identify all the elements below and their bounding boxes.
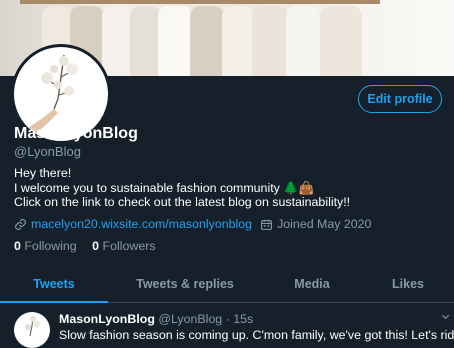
tweet-separator: · <box>225 312 230 326</box>
garment <box>130 6 160 76</box>
website-link[interactable]: macelyon20.wixsite.com/masonlyonblog <box>31 217 252 231</box>
garment <box>286 6 320 76</box>
bio-line: Click on the link to check out the lates… <box>14 195 351 209</box>
following-label: Following <box>24 239 77 253</box>
tweet-text: Slow fashion season is coming up. C'mon … <box>59 328 454 342</box>
garment <box>222 6 254 76</box>
profile-handle: @LyonBlog <box>14 144 81 159</box>
bio-line: Hey there! <box>14 166 72 180</box>
garment <box>252 6 288 76</box>
edit-profile-button[interactable]: Edit profile <box>358 85 442 113</box>
garment <box>158 6 192 76</box>
profile-name: MasonLyonBlog <box>14 125 138 142</box>
tweet-author[interactable]: MasonLyonBlog <box>59 312 155 326</box>
tab-media[interactable]: Media <box>262 266 362 302</box>
profile-tabs: Tweets Tweets & replies Media Likes <box>0 266 454 303</box>
tweet-avatar[interactable] <box>14 312 50 348</box>
tweet-time[interactable]: 15s <box>233 312 253 326</box>
follow-stats: 0 Following 0 Followers <box>14 239 156 253</box>
tab-tweets[interactable]: Tweets <box>0 266 108 303</box>
garment <box>320 6 362 76</box>
garment <box>102 6 132 76</box>
followers-label: Followers <box>102 239 156 253</box>
calendar-icon <box>260 218 273 231</box>
tab-likes[interactable]: Likes <box>362 266 454 302</box>
tweet-handle[interactable]: @LyonBlog <box>158 312 222 326</box>
profile-meta: macelyon20.wixsite.com/masonlyonblog Joi… <box>14 217 371 231</box>
tweet-header: MasonLyonBlog @LyonBlog · 15s <box>59 312 253 326</box>
cotton-branch-image <box>25 315 40 337</box>
garment <box>190 6 224 76</box>
link-icon <box>14 218 27 231</box>
clothing-rail <box>20 0 380 4</box>
following-link[interactable]: 0 Following <box>14 239 77 253</box>
chevron-down-icon[interactable] <box>440 311 451 325</box>
profile-bio: Hey there! I welcome you to sustainable … <box>14 166 350 210</box>
followers-link[interactable]: 0 Followers <box>92 239 155 253</box>
followers-count: 0 <box>92 239 100 253</box>
bio-line: I welcome you to sustainable fashion com… <box>14 180 315 195</box>
tab-tweets-replies[interactable]: Tweets & replies <box>108 266 262 302</box>
following-count: 0 <box>14 239 21 253</box>
joined-date: Joined May 2020 <box>277 217 372 231</box>
